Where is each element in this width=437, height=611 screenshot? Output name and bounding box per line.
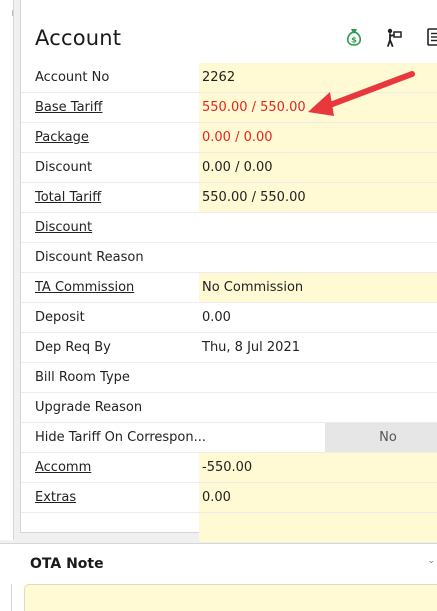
panel-divider: [12, 10, 15, 16]
chevron-down-icon[interactable]: ⌄: [427, 556, 435, 566]
discount-reason-select[interactable]: [199, 243, 437, 272]
receipt-icon[interactable]: [423, 26, 437, 48]
extras-value: 0.00: [199, 483, 437, 512]
accomm-value: -550.00: [199, 453, 437, 482]
bill-room-type-row: Bill Room Type ⌄: [21, 363, 437, 393]
empty-yellow-cell: [199, 513, 437, 542]
total-tariff-value: 550.00 / 550.00: [199, 183, 437, 212]
ta-commission-row: TA Commission No Commission: [21, 273, 437, 303]
money-bag-icon[interactable]: $: [343, 26, 365, 48]
discount-select[interactable]: [199, 213, 437, 242]
hide-tariff-label: Hide Tariff On Correspon...: [35, 430, 206, 445]
bill-room-type-select[interactable]: [199, 363, 437, 392]
deposit-input[interactable]: 0.00: [199, 303, 437, 332]
discount-amount-value: 0.00 / 0.00: [199, 153, 437, 182]
account-toolbar: $: [343, 26, 437, 48]
discount-reason-label: Discount Reason: [35, 250, 144, 265]
account-title: Account: [35, 26, 122, 50]
red-arrow-annotation: [308, 71, 415, 116]
bill-room-type-label: Bill Room Type: [35, 370, 130, 385]
hide-tariff-toggle[interactable]: No: [325, 423, 437, 452]
accomm-row: Accomm -550.00: [21, 453, 437, 483]
discount-link[interactable]: Discount: [35, 220, 92, 235]
accomm-link[interactable]: Accomm: [35, 460, 91, 475]
discount-reason-row: Discount Reason ⌄: [21, 243, 437, 273]
upgrade-reason-select[interactable]: [199, 393, 437, 422]
ta-commission-value: No Commission: [199, 273, 437, 302]
extras-row: Extras 0.00: [21, 483, 437, 513]
person-sign-icon[interactable]: [383, 26, 405, 48]
ota-note-title: OTA Note: [30, 556, 104, 572]
spacer-row: [21, 513, 437, 543]
ota-note-card: OTA Note ⌄: [0, 543, 437, 611]
svg-text:$: $: [351, 36, 357, 45]
discount-amount-label: Discount: [35, 160, 93, 175]
discount-amount-row: Discount 0.00 / 0.00: [21, 153, 437, 183]
extras-link[interactable]: Extras: [35, 490, 76, 505]
total-tariff-row: Total Tariff 550.00 / 550.00: [21, 183, 437, 213]
ota-left-panel-edge: [0, 584, 12, 611]
upgrade-reason-row: Upgrade Reason ⌄: [21, 393, 437, 423]
discount-select-row: Discount ⌄: [21, 213, 437, 243]
base-tariff-link[interactable]: Base Tariff: [35, 100, 102, 115]
hide-tariff-row: Hide Tariff On Correspon... No: [21, 423, 437, 453]
total-tariff-link[interactable]: Total Tariff: [35, 190, 101, 205]
package-value: 0.00 / 0.00: [199, 123, 437, 152]
left-panel-edge: [0, 0, 14, 540]
dep-req-by-label: Dep Req By: [35, 340, 111, 355]
upgrade-reason-label: Upgrade Reason: [35, 400, 143, 415]
account-no-label: Account No: [35, 70, 110, 85]
ota-note-input[interactable]: [24, 584, 437, 611]
ta-commission-link[interactable]: TA Commission: [35, 280, 134, 295]
deposit-label: Deposit: [35, 310, 85, 325]
package-row: Package 0.00 / 0.00: [21, 123, 437, 153]
account-fields: Account No 2262 Base Tariff 550.00 / 550…: [21, 63, 437, 543]
dep-req-by-date-field[interactable]: Thu, 8 Jul 2021: [199, 333, 437, 362]
deposit-row: Deposit 0.00: [21, 303, 437, 333]
package-link[interactable]: Package: [35, 130, 89, 145]
dep-req-by-row: Dep Req By Thu, 8 Jul 2021: [21, 333, 437, 363]
